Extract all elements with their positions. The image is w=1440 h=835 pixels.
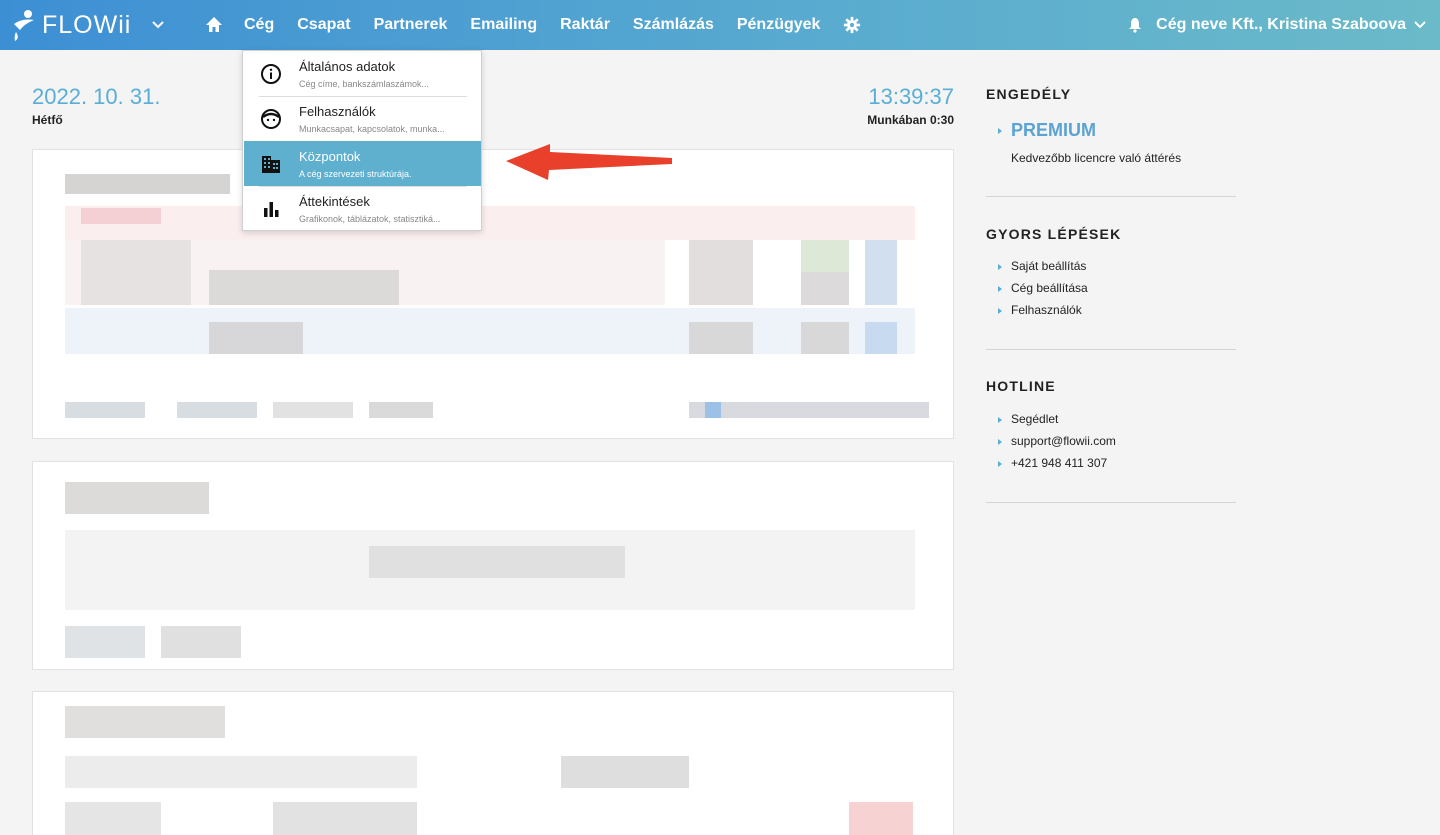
face-icon xyxy=(261,109,281,129)
license-upgrade-text: Kedvezőbb licencre való áttérés xyxy=(1011,151,1182,165)
home-icon[interactable] xyxy=(204,15,224,35)
quick-link-users[interactable]: Felhasználók xyxy=(1011,303,1082,317)
bullet-icon xyxy=(998,128,1002,134)
bullet-icon xyxy=(998,461,1002,467)
logo[interactable]: FLOWii xyxy=(12,8,131,42)
top-navbar: FLOWii Cég Csapat Partnerek Emailing Rak… xyxy=(0,0,1440,50)
license-heading: ENGEDÉLY xyxy=(986,86,1072,102)
nav-item-csapat[interactable]: Csapat xyxy=(297,16,350,34)
bullet-icon xyxy=(998,286,1002,292)
nav-item-raktar[interactable]: Raktár xyxy=(560,16,610,34)
quick-steps-heading: GYORS LÉPÉSEK xyxy=(986,226,1122,242)
current-time: 13:39:37 xyxy=(868,84,954,109)
menu-item-general-data[interactable]: Általános adatok Cég címe, bankszámlaszá… xyxy=(244,51,481,96)
hotline-link-email[interactable]: support@flowii.com xyxy=(1011,434,1116,448)
menu-item-title: Központok xyxy=(299,149,361,164)
bullet-icon xyxy=(998,439,1002,445)
hotline-heading: HOTLINE xyxy=(986,378,1056,394)
quick-steps-section: GYORS LÉPÉSEK Saját beállítás Cég beállí… xyxy=(986,226,1236,317)
chevron-down-icon[interactable] xyxy=(1414,21,1426,29)
gear-icon[interactable] xyxy=(843,16,861,34)
logo-text: FLOWii xyxy=(42,10,132,39)
current-date: 2022. 10. 31. xyxy=(32,84,161,109)
menu-item-title: Általános adatok xyxy=(299,59,396,74)
flowii-logo-icon xyxy=(14,10,34,41)
blurred-panel-3 xyxy=(32,691,954,835)
hotline-link-phone[interactable]: +421 948 411 307 xyxy=(1011,456,1107,470)
divider xyxy=(986,502,1236,503)
nav-item-partnerek[interactable]: Partnerek xyxy=(374,16,448,34)
bullet-icon xyxy=(998,308,1002,314)
blurred-panel-1 xyxy=(32,149,954,439)
menu-item-centers[interactable]: Központok A cég szervezeti struktúrája. xyxy=(244,141,481,186)
user-menu[interactable]: Cég neve Kft., Kristina Szaboova xyxy=(1128,0,1426,50)
menu-item-subtitle: Munkacsapat, kapcsolatok, munka... xyxy=(299,124,445,134)
hotline-section: HOTLINE Segédlet support@flowii.com +421… xyxy=(986,378,1236,470)
work-time: Munkában 0:30 xyxy=(867,113,954,127)
quick-link-own-settings[interactable]: Saját beállítás xyxy=(1011,259,1086,273)
premium-link[interactable]: PREMIUM xyxy=(1011,120,1096,141)
divider xyxy=(986,349,1236,350)
nav-item-penzugyek[interactable]: Pénzügyek xyxy=(737,16,821,34)
current-day: Hétfő xyxy=(32,113,63,127)
main-nav: Cég Csapat Partnerek Emailing Raktár Szá… xyxy=(196,0,861,50)
menu-item-title: Felhasználók xyxy=(299,104,376,119)
bar-chart-icon xyxy=(264,202,279,217)
blurred-panel-2 xyxy=(32,461,954,670)
license-section: ENGEDÉLY PREMIUM Kedvezőbb licencre való… xyxy=(986,86,1236,165)
building-icon xyxy=(262,156,280,173)
hotline-link-help[interactable]: Segédlet xyxy=(1011,412,1058,426)
company-dropdown-menu: Általános adatok Cég címe, bankszámlaszá… xyxy=(242,50,482,231)
nav-item-emailing[interactable]: Emailing xyxy=(470,16,537,34)
nav-item-szamlazas[interactable]: Számlázás xyxy=(633,16,714,34)
menu-item-title: Áttekintések xyxy=(299,194,370,209)
menu-item-users[interactable]: Felhasználók Munkacsapat, kapcsolatok, m… xyxy=(244,96,481,141)
divider xyxy=(986,196,1236,197)
menu-item-overviews[interactable]: Áttekintések Grafikonok, táblázatok, sta… xyxy=(244,186,481,231)
user-label[interactable]: Cég neve Kft., Kristina Szaboova xyxy=(1156,16,1406,34)
menu-item-subtitle: A cég szervezeti struktúrája. xyxy=(299,169,412,179)
red-arrow-annotation xyxy=(506,144,672,180)
menu-item-subtitle: Grafikonok, táblázatok, statisztiká... xyxy=(299,214,441,224)
quick-link-company-settings[interactable]: Cég beállítása xyxy=(1011,281,1088,295)
nav-item-ceg[interactable]: Cég xyxy=(244,16,274,34)
bullet-icon xyxy=(998,417,1002,423)
app-switch-chevron-icon[interactable] xyxy=(152,16,164,32)
bullet-icon xyxy=(998,264,1002,270)
bell-icon[interactable] xyxy=(1128,17,1142,33)
info-icon xyxy=(261,64,281,84)
menu-item-subtitle: Cég címe, bankszámlaszámok... xyxy=(299,79,430,89)
